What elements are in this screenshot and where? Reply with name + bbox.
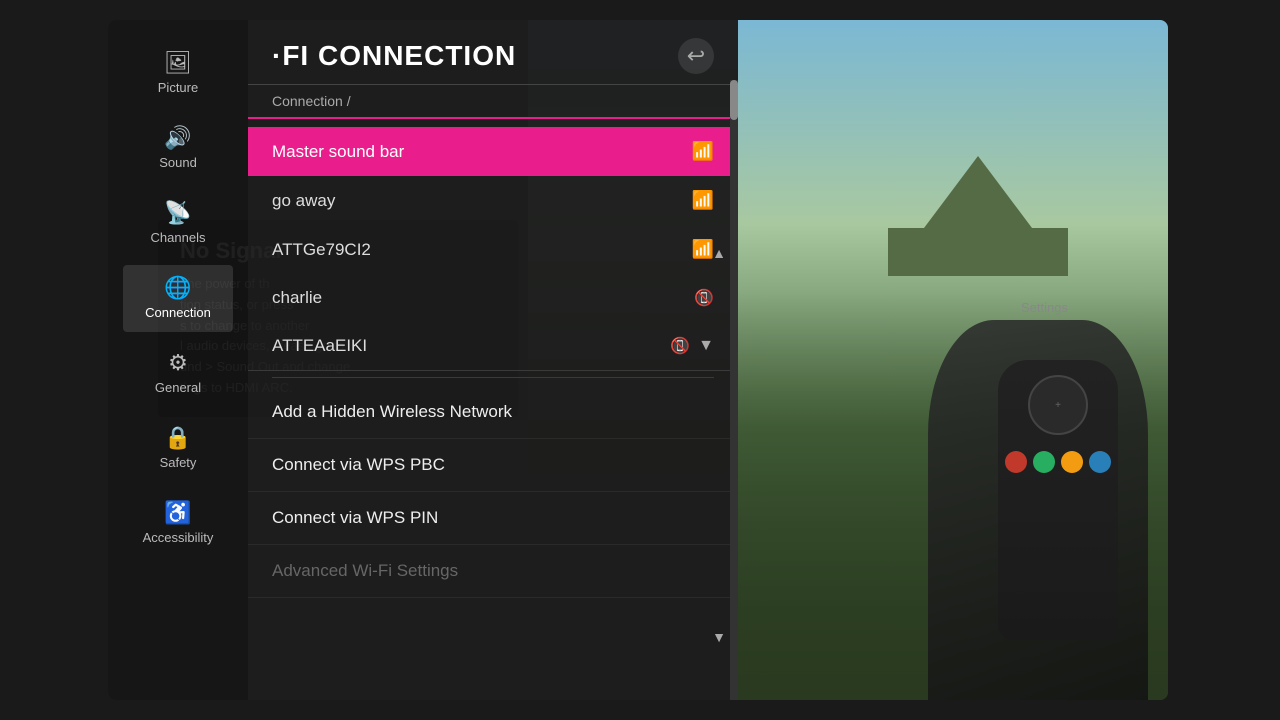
network-item-master-sound-bar[interactable]: Master sound bar 📶 [248,127,738,176]
sidebar-label-general: General [155,380,201,395]
separator-1 [272,377,714,378]
general-icon: ⚙ [168,352,188,374]
breadcrumb: Connection / [248,85,738,119]
safety-icon: 🔒 [164,427,191,449]
network-name-go-away: go away [272,191,335,211]
option-connect-wps-pbc[interactable]: Connect via WPS PBC [248,439,738,492]
network-item-atteaaeiki[interactable]: ATTEAaEIKI 📵 ▼ [248,322,738,371]
sidebar-item-general[interactable]: ⚙ General [123,340,233,407]
sidebar-item-accessibility[interactable]: ♿ Accessibility [123,490,233,557]
sidebar-label-channels: Channels [151,230,206,245]
network-name-charlie: charlie [272,288,322,308]
main-panel: ·FI CONNECTION ↩ Connection / ▲ Master s… [248,20,738,700]
wifi-strong-icon-1: 📶 [692,190,714,211]
scroll-down-arrow[interactable]: ▼ [712,629,726,645]
sidebar-label-safety: Safety [160,455,197,470]
connection-icon: 🌐 [164,277,191,299]
option-advanced-wifi[interactable]: Advanced Wi-Fi Settings [248,545,738,598]
network-name-attge79ci2: ATTGe79CI2 [272,240,371,260]
sidebar-label-picture: Picture [158,80,198,95]
tv-screen: No Signal the power of th tion status, o… [108,20,1168,700]
scroll-track[interactable] [730,80,738,700]
network-name-master-sound-bar: Master sound bar [272,142,404,162]
sidebar-item-connection[interactable]: 🌐 Connection [123,265,233,332]
panel-title: ·FI CONNECTION [272,40,516,72]
option-connect-wps-pin[interactable]: Connect via WPS PIN [248,492,738,545]
channels-icon: 📡 [164,202,191,224]
sidebar-label-accessibility: Accessibility [143,530,214,545]
sidebar-item-sound[interactable]: 🔊 Sound [123,115,233,182]
accessibility-icon: ♿ [164,502,191,524]
sidebar-label-sound: Sound [159,155,197,170]
option-add-hidden[interactable]: Add a Hidden Wireless Network [248,386,738,439]
picture-icon: 🖼 [164,52,192,74]
network-item-go-away[interactable]: go away 📶 [248,176,738,225]
panel-header: ·FI CONNECTION ↩ [248,20,738,85]
wifi-weak-icon-3: 📵 [694,288,714,308]
sidebar-item-channels[interactable]: 📡 Channels [123,190,233,257]
mountain-graphic [888,156,1068,276]
sidebar: 🖼 Picture 🔊 Sound 📡 Channels 🌐 Connectio… [108,20,248,700]
sidebar-item-safety[interactable]: 🔒 Safety [123,415,233,482]
scroll-thumb[interactable] [730,80,738,120]
wifi-weak-icon-4: 📵 [670,336,690,356]
network-name-atteaaeiki: ATTEAaEIKI [272,336,367,356]
chevron-down-icon: ▼ [698,337,714,355]
wifi-strong-icon-0: 📶 [692,141,714,162]
settings-hint: Settings [1021,300,1068,315]
sidebar-item-picture[interactable]: 🖼 Picture [123,40,233,107]
sound-icon: 🔊 [164,127,191,149]
back-button[interactable]: ↩ [678,38,714,74]
sidebar-label-connection: Connection [145,305,211,320]
network-list: ▲ Master sound bar 📶 go away 📶 ATTGe79CI… [248,119,738,369]
network-item-attge79ci2[interactable]: ATTGe79CI2 📶 [248,225,738,274]
wifi-strong-icon-2: 📶 [692,239,714,260]
network-item-charlie[interactable]: charlie 📵 [248,274,738,322]
